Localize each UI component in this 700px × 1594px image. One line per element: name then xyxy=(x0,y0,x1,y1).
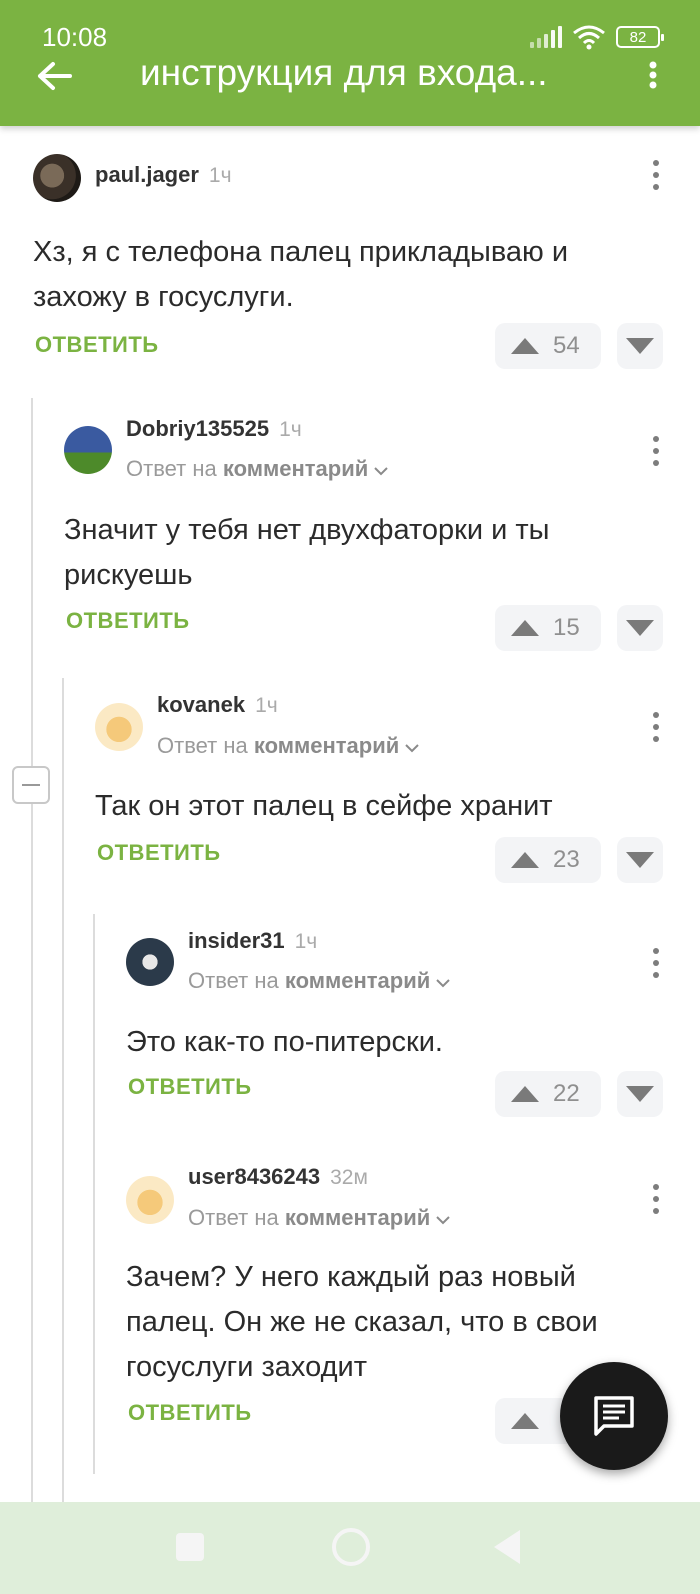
comment-text: Это как-то по-питерски. xyxy=(126,1026,443,1058)
comment-text: Так он этот палец в сейфе хранит xyxy=(95,790,553,822)
comment-menu-icon[interactable] xyxy=(651,948,661,980)
comment-text: Зачем? У него каждый раз новый палец. Он… xyxy=(126,1261,598,1383)
back-icon[interactable] xyxy=(494,1530,520,1564)
triangle-up-icon xyxy=(511,852,539,868)
page-title: инструкция для входа... xyxy=(140,52,548,93)
comment-text: Значит у тебя нет двухфаторки и ты риску… xyxy=(64,514,550,591)
home-icon[interactable] xyxy=(332,1528,370,1566)
author-name[interactable]: user8436243 32м xyxy=(188,1164,368,1190)
signal-icon xyxy=(530,26,562,48)
chevron-down-icon xyxy=(436,979,451,988)
status-time: 10:08 xyxy=(42,22,108,52)
comment-menu-icon[interactable] xyxy=(651,1184,661,1216)
comment-menu-icon[interactable] xyxy=(651,712,661,744)
author-name[interactable]: paul.jager 1ч xyxy=(95,162,232,188)
upvote-button[interactable]: 23 xyxy=(495,837,601,883)
chevron-down-icon xyxy=(436,1216,451,1225)
thread-line-level-2 xyxy=(62,678,64,1502)
reply-button[interactable]: ОТВЕТИТЬ xyxy=(128,1074,252,1100)
app-bar: 10:08 82 инструкция для входа... xyxy=(0,0,700,126)
reply-button[interactable]: ОТВЕТИТЬ xyxy=(128,1400,252,1426)
author-name[interactable]: insider31 1ч xyxy=(188,928,317,954)
author-name[interactable]: Dobriy135525 1ч xyxy=(126,416,302,442)
vote-count: 22 xyxy=(553,1080,580,1107)
triangle-down-icon xyxy=(626,1086,654,1102)
vote-count: 15 xyxy=(553,614,580,641)
triangle-up-icon xyxy=(511,338,539,354)
thread-line-level-1 xyxy=(31,398,33,1502)
reply-to-label[interactable]: Ответ на комментарий xyxy=(188,1205,451,1231)
battery-icon: 82 xyxy=(616,26,664,48)
downvote-button[interactable] xyxy=(617,1071,663,1117)
screen: 10:08 82 инструкция для входа... paul.ja… xyxy=(0,0,700,1594)
recent-apps-icon[interactable] xyxy=(176,1533,204,1561)
thread-line-level-3 xyxy=(93,914,95,1474)
comment-icon xyxy=(594,1396,634,1436)
comment-menu-icon[interactable] xyxy=(651,160,661,192)
downvote-button[interactable] xyxy=(617,837,663,883)
triangle-down-icon xyxy=(626,338,654,354)
collapse-thread-button[interactable] xyxy=(12,766,50,804)
upvote-button[interactable]: 15 xyxy=(495,605,601,651)
avatar[interactable] xyxy=(126,1176,174,1224)
reply-button[interactable]: ОТВЕТИТЬ xyxy=(35,332,159,358)
triangle-up-icon xyxy=(511,620,539,636)
triangle-down-icon xyxy=(626,852,654,868)
downvote-button[interactable] xyxy=(617,323,663,369)
reply-to-label[interactable]: Ответ на комментарий xyxy=(157,733,420,759)
vote-count: 23 xyxy=(553,846,580,873)
status-icons: 82 xyxy=(530,24,664,50)
back-arrow-icon[interactable] xyxy=(36,56,76,96)
triangle-up-icon xyxy=(511,1413,539,1429)
upvote-button[interactable]: 22 xyxy=(495,1071,601,1117)
avatar[interactable] xyxy=(64,426,112,474)
add-comment-fab[interactable] xyxy=(560,1362,668,1470)
avatar[interactable] xyxy=(95,703,143,751)
avatar[interactable] xyxy=(33,154,81,202)
vote-count: 54 xyxy=(553,332,580,359)
comment-menu-icon[interactable] xyxy=(651,436,661,468)
reply-button[interactable]: ОТВЕТИТЬ xyxy=(66,608,190,634)
reply-to-label[interactable]: Ответ на комментарий xyxy=(126,456,389,482)
chevron-down-icon xyxy=(405,744,420,753)
wifi-icon xyxy=(573,25,605,50)
upvote-button[interactable]: 54 xyxy=(495,323,601,369)
more-menu-icon[interactable] xyxy=(646,60,660,90)
reply-button[interactable]: ОТВЕТИТЬ xyxy=(97,840,221,866)
chevron-down-icon xyxy=(374,467,389,476)
triangle-up-icon xyxy=(511,1086,539,1102)
author-name[interactable]: kovanek 1ч xyxy=(157,692,278,718)
reply-to-label[interactable]: Ответ на комментарий xyxy=(188,968,451,994)
triangle-down-icon xyxy=(626,620,654,636)
avatar[interactable] xyxy=(126,938,174,986)
comment-text: Хз, я с телефона палец прикладываю и зах… xyxy=(33,236,569,313)
downvote-button[interactable] xyxy=(617,605,663,651)
